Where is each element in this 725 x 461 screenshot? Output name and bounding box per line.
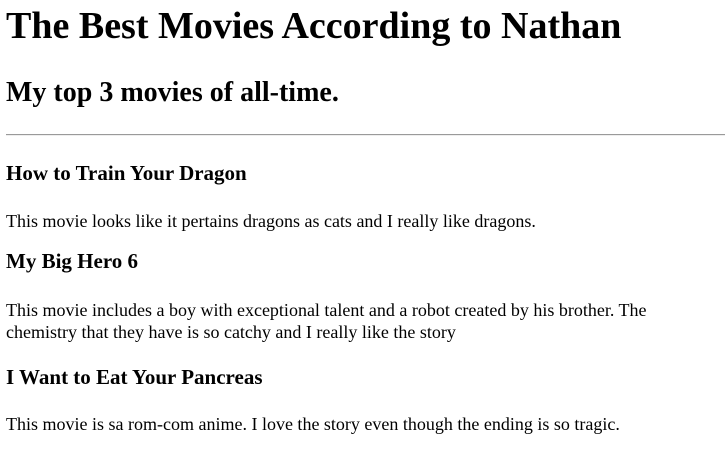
movie-entry: How to Train Your Dragon This movie look…: [6, 161, 719, 232]
movie-description: This movie is sa rom-com anime. I love t…: [6, 414, 620, 434]
movie-title: How to Train Your Dragon: [6, 161, 247, 185]
movie-description: This movie looks like it pertains dragon…: [6, 211, 536, 231]
movie-title: My Big Hero 6: [6, 249, 139, 273]
page-content: The Best Movies According to Nathan My t…: [0, 4, 725, 435]
movie-title: I Want to Eat Your Pancreas: [6, 365, 263, 389]
movie-description: This movie includes a boy with exception…: [6, 300, 647, 342]
page-title: The Best Movies According to Nathan: [6, 5, 622, 47]
divider: [6, 134, 725, 136]
movie-entry: I Want to Eat Your Pancreas This movie i…: [6, 365, 719, 435]
page-subtitle: My top 3 movies of all-time.: [6, 77, 339, 108]
movie-entry: My Big Hero 6 This movie includes a boy …: [6, 249, 719, 343]
